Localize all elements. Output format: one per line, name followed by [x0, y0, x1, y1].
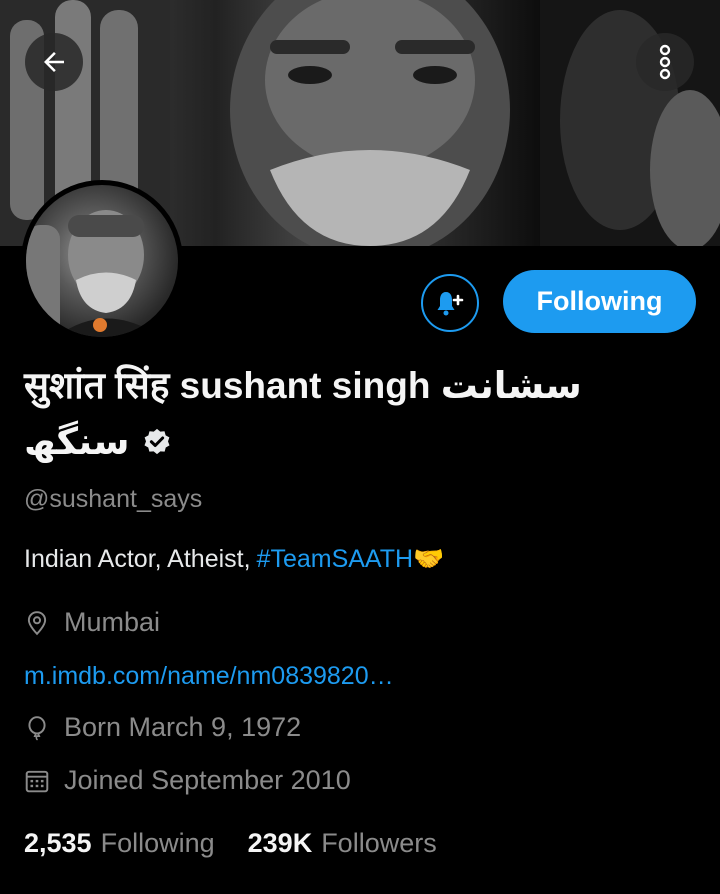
joined-row: Joined September 2010: [24, 765, 351, 796]
vertical-dots-icon: [659, 44, 671, 80]
followers-count: 239K: [247, 828, 313, 858]
verified-badge-icon: [144, 428, 170, 454]
following-count: 2,535: [24, 828, 92, 858]
avatar-image: [26, 185, 178, 337]
display-name: सुशांत सिंह sushant singh سشانت: [24, 365, 582, 406]
follow-stats: 2,535 Following 239K Followers: [24, 828, 470, 859]
location-pin-icon: [27, 610, 47, 635]
following-label: Following: [100, 828, 215, 858]
birthday-row: Born March 9, 1972: [24, 712, 301, 743]
followers-stat[interactable]: 239K Followers: [248, 828, 437, 859]
avatar-status-badge: [93, 318, 107, 332]
bio: Indian Actor, Atheist, #TeamSAATH 🤝: [24, 545, 444, 574]
followers-label: Followers: [321, 828, 437, 858]
arrow-left-icon: [44, 52, 64, 72]
website-link[interactable]: m.imdb.com/name/nm0839820…: [24, 662, 394, 691]
bio-text: Indian Actor, Atheist,: [24, 545, 251, 573]
joined-text: Joined September 2010: [64, 765, 351, 795]
more-options-button[interactable]: [636, 33, 694, 91]
location-text: Mumbai: [64, 607, 161, 637]
display-name-suffix: سنگھ: [24, 421, 130, 462]
bell-plus-icon: [437, 292, 464, 316]
bio-hashtag-link[interactable]: #TeamSAATH: [257, 545, 414, 574]
notifications-button[interactable]: [421, 274, 479, 332]
handshake-emoji: 🤝: [413, 545, 445, 573]
back-button[interactable]: [25, 33, 83, 91]
balloon-icon: [28, 715, 46, 741]
calendar-icon: [25, 770, 49, 792]
location-row: Mumbai: [24, 607, 160, 638]
following-stat[interactable]: 2,535 Following: [24, 828, 215, 859]
display-name-continued: سنگھ: [24, 420, 172, 463]
user-handle: @sushant_says: [24, 485, 203, 513]
following-button[interactable]: Following: [503, 270, 696, 333]
birthday-text: Born March 9, 1972: [64, 712, 302, 742]
